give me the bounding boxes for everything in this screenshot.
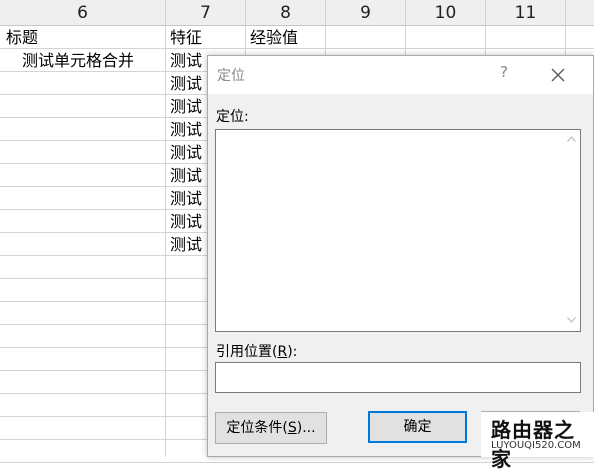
ok-button[interactable]: 确定 (368, 411, 467, 443)
goto-listbox[interactable] (215, 129, 581, 332)
cell-test[interactable]: 测试 (170, 95, 206, 118)
cell-test[interactable]: 测试 (170, 118, 206, 141)
dialog-titlebar[interactable]: 定位 ? (208, 56, 593, 94)
column-header-7[interactable]: 7 (166, 0, 246, 26)
cell-title[interactable]: 标题 (6, 26, 38, 49)
cell-test[interactable]: 测试 (170, 164, 206, 187)
cell-test[interactable]: 测试 (170, 187, 206, 210)
close-icon[interactable] (550, 67, 566, 83)
column-header-8[interactable]: 8 (246, 0, 326, 26)
watermark: 路由器之家 LUYOUQI520.COM (481, 412, 594, 471)
column-header-6[interactable]: 6 (0, 0, 166, 26)
cell-test[interactable]: 测试 (170, 141, 206, 164)
help-icon[interactable]: ? (497, 63, 511, 81)
listbox-scrollbar[interactable] (563, 130, 580, 331)
cell-test[interactable]: 测试 (170, 233, 206, 256)
cell-experience[interactable]: 经验值 (250, 26, 298, 49)
scroll-down-icon[interactable] (567, 317, 576, 323)
column-header-12[interactable] (566, 0, 594, 26)
special-button[interactable]: 定位条件(S)... (215, 412, 327, 444)
dialog-title: 定位 (217, 68, 245, 84)
cell-merged[interactable]: 测试单元格合并 (22, 49, 134, 72)
cell-test[interactable]: 测试 (170, 49, 206, 72)
cell-test[interactable]: 测试 (170, 210, 206, 233)
cell-feature[interactable]: 特征 (170, 26, 202, 49)
reference-label: 引用位置(R): (216, 344, 298, 360)
goto-label: 定位: (216, 109, 249, 125)
goto-dialog: 定位 ? 定位: 引用位置(R): 定位条件(S)... 确定 (207, 55, 594, 457)
cell-test[interactable]: 测试 (170, 72, 206, 95)
column-header-11[interactable]: 11 (486, 0, 566, 26)
watermark-url: LUYOUQI520.COM (491, 440, 581, 451)
scroll-up-icon[interactable] (567, 136, 576, 142)
column-header-9[interactable]: 9 (326, 0, 406, 26)
column-header-10[interactable]: 10 (406, 0, 486, 26)
reference-input[interactable] (215, 362, 581, 393)
